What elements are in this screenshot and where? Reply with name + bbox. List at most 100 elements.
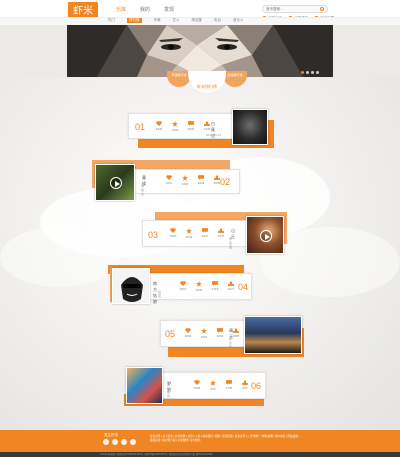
stat-comment[interactable]: 2705	[224, 380, 234, 391]
rank-number: 03	[148, 230, 159, 240]
stat-star[interactable]: 3542	[194, 281, 204, 292]
comment-icon	[226, 380, 232, 385]
banner-pagination[interactable]	[301, 71, 319, 74]
banner-dot[interactable]	[306, 71, 309, 74]
subnav-artists[interactable]: 艺人	[173, 18, 180, 23]
star-icon	[172, 121, 178, 127]
album-cover[interactable]	[95, 164, 135, 201]
stat-like[interactable]: 3630	[183, 328, 193, 339]
rank-number: 06	[251, 381, 262, 391]
footer-links[interactable]: 虾米音乐 | 关于虾米 | 虾米招聘 | 音乐人入驻 | 联系我们 | 帮助 |…	[150, 435, 300, 443]
stat-comment[interactable]: 3327	[200, 228, 210, 239]
stat-like[interactable]: 3510	[178, 281, 188, 292]
subnav-hot[interactable]: 热门	[108, 18, 115, 23]
share-icon	[233, 328, 239, 333]
heart-icon	[180, 281, 186, 286]
wechat-icon[interactable]	[112, 439, 118, 445]
card-stats: 3531 2430 3643 3685	[164, 175, 222, 186]
share-icon	[242, 380, 248, 385]
nav-mine[interactable]: 我的	[140, 6, 150, 13]
comment-icon	[198, 175, 204, 180]
stat-share[interactable]: 963	[240, 380, 250, 391]
stat-star[interactable]: 7631	[199, 328, 209, 339]
stat-comment[interactable]: 3718	[210, 281, 220, 292]
artist-photo[interactable]	[112, 268, 150, 304]
search-box[interactable]	[262, 5, 328, 13]
artist-name[interactable]: 赵雷	[158, 290, 161, 298]
banner-dot[interactable]	[311, 71, 314, 74]
stat-like[interactable]: 3500	[168, 228, 178, 239]
heart-icon	[156, 121, 162, 126]
star-icon	[186, 228, 192, 234]
comment-icon	[188, 121, 194, 126]
subnav-collections[interactable]: 精选集	[192, 18, 203, 23]
subnav-albums[interactable]: 专辑	[154, 18, 161, 23]
main-nav: 乐库 我的 发现	[116, 6, 174, 13]
comment-icon	[212, 281, 218, 286]
heart-icon	[194, 380, 200, 385]
play-icon[interactable]	[260, 230, 272, 242]
card-stats: 3528 963 2705 963	[192, 380, 250, 391]
artist-name[interactable]: 痛仰乐队	[167, 390, 170, 406]
heart-icon	[166, 175, 172, 180]
stat-comment[interactable]: 5830	[186, 121, 196, 132]
search-input[interactable]	[266, 6, 318, 12]
card-stats: 3343 2428 5830 2446	[154, 121, 212, 132]
stat-comment[interactable]: 3643	[196, 175, 206, 186]
artist-name[interactable]: 周杰伦	[229, 337, 232, 349]
stat-star[interactable]: 2428	[170, 121, 180, 132]
rank-number: 04	[238, 282, 249, 292]
comment-icon	[202, 228, 208, 233]
stat-star[interactable]: 963	[208, 380, 218, 391]
subnav-charts[interactable]: 排行榜	[127, 18, 142, 23]
artist-name[interactable]: 林俊杰	[141, 184, 144, 196]
share-icon	[204, 121, 210, 126]
footer-follow-title: 关注虾米	[104, 433, 118, 437]
search-icon[interactable]	[320, 7, 324, 11]
hero-banner[interactable]	[67, 25, 333, 77]
site-footer: 关注虾米 虾米音乐 | 关于虾米 | 虾米招聘 | 音乐人入驻 | 联系我们 |…	[0, 430, 400, 452]
stat-share[interactable]: 2347	[216, 228, 226, 239]
artist-photo[interactable]	[232, 109, 268, 145]
banner-dot[interactable]	[301, 71, 304, 74]
card-stats: 3510 3542 3718 3027	[178, 281, 236, 292]
rank-number: 02	[220, 177, 231, 187]
rank-number: 01	[135, 122, 146, 132]
weibo-icon[interactable]	[103, 439, 109, 445]
bw-portrait-image	[113, 269, 149, 303]
artist-name[interactable]: 李宗盛	[229, 237, 232, 249]
rss-icon[interactable]	[130, 439, 136, 445]
stat-like[interactable]: 3531	[164, 175, 174, 186]
stat-like[interactable]: 3343	[154, 121, 164, 132]
chart-tabs: 华语排行榜 欧美排行榜 虾米排行榜	[167, 71, 247, 93]
star-icon	[201, 328, 207, 334]
subnav-musicians[interactable]: 音乐人	[233, 18, 244, 23]
share-icon	[228, 281, 234, 286]
subnav-radio[interactable]: 电台	[214, 18, 221, 23]
song-date: 2013.01.03	[206, 133, 222, 137]
social-links	[103, 439, 136, 445]
tab-xiami-chart[interactable]: 虾米排行榜	[188, 71, 226, 93]
qq-icon[interactable]	[121, 439, 127, 445]
album-cover[interactable]	[244, 316, 302, 354]
copyright-bar: ©2014 虾米网 | 浙网文[2013]0004-003号 | 浙ICP备10…	[0, 452, 400, 457]
stat-share[interactable]: 3027	[226, 281, 236, 292]
song-title[interactable]: 南方姑娘	[153, 281, 157, 305]
stat-comment[interactable]: 3252	[215, 328, 225, 339]
nav-library[interactable]: 乐库	[116, 6, 126, 13]
heart-icon	[170, 228, 176, 233]
nav-discover[interactable]: 发现	[164, 6, 174, 13]
stat-star[interactable]: 3642	[184, 228, 194, 239]
low-poly-face-image	[67, 25, 333, 77]
album-cover[interactable]	[246, 216, 284, 254]
card-stats: 3500 3642 3327 2347	[168, 228, 226, 239]
album-cover[interactable]	[126, 367, 163, 404]
play-icon[interactable]	[110, 177, 122, 189]
banner-dot[interactable]	[316, 71, 319, 74]
tab-western-chart[interactable]: 欧美排行榜	[223, 71, 247, 87]
star-icon	[196, 281, 202, 287]
heart-icon	[185, 328, 191, 333]
stat-star[interactable]: 2430	[180, 175, 190, 186]
star-icon	[182, 175, 188, 181]
stat-like[interactable]: 3528	[192, 380, 202, 391]
